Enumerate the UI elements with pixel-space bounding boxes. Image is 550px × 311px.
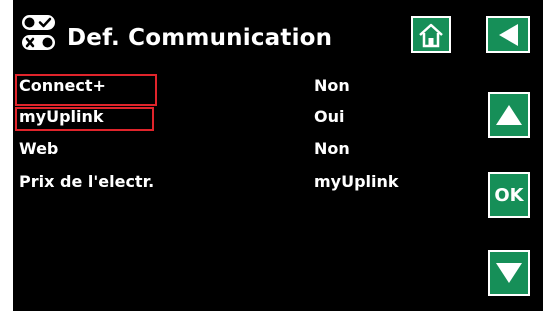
setting-label-web[interactable]: Web	[19, 139, 58, 158]
setting-value-connect-plus[interactable]: Non	[314, 76, 350, 95]
scroll-down-button[interactable]	[488, 250, 530, 296]
scroll-up-button[interactable]	[488, 92, 530, 138]
up-arrow-icon	[496, 105, 522, 125]
home-button[interactable]	[411, 16, 451, 53]
highlight-box-myuplink	[15, 107, 154, 131]
display-screen: Def. Communication OK Connect+ Non myUpl…	[13, 0, 543, 311]
setting-value-electricity-price[interactable]: myUplink	[314, 172, 399, 191]
setting-label-electricity-price[interactable]: Prix de l'electr.	[19, 172, 154, 191]
down-arrow-icon	[496, 263, 522, 283]
back-arrow-icon	[499, 23, 518, 46]
highlight-box-connect-plus	[15, 74, 157, 106]
back-button[interactable]	[486, 16, 530, 53]
setting-value-web[interactable]: Non	[314, 139, 350, 158]
ok-button[interactable]: OK	[488, 172, 530, 218]
ok-button-label: OK	[494, 184, 524, 206]
page-title: Def. Communication	[67, 25, 333, 51]
toggle-switches-icon	[20, 13, 58, 53]
setting-value-myuplink[interactable]: Oui	[314, 107, 344, 126]
home-icon	[419, 23, 443, 47]
